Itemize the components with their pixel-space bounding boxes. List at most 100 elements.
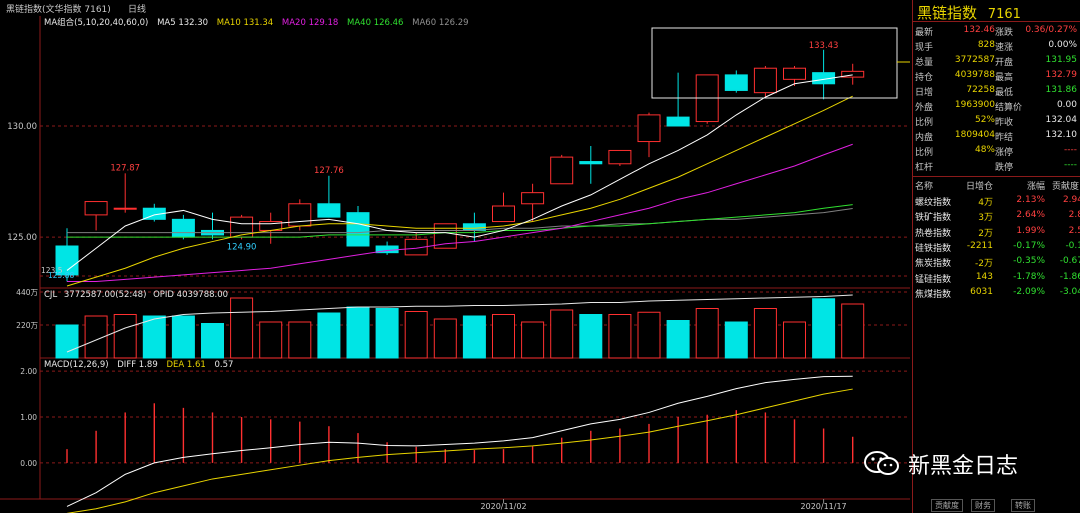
list-item-increase: -2211 [966,240,993,251]
volume-bar[interactable] [55,324,79,359]
volume-bar[interactable] [142,315,166,359]
volume-bar[interactable] [753,308,777,359]
volume-bar[interactable] [259,321,283,359]
list-item[interactable]: 焦煤指数 6031 -2.09% -3.04 [913,286,1080,301]
list-item-contribution: -0.67 [1059,256,1080,267]
list-item-change: 2.13% [1016,195,1045,205]
volume-bar[interactable] [812,298,836,359]
macd-label[interactable]: MACD(12,26,9) [44,360,109,370]
list-item-change: -2.09% [1013,286,1045,297]
quote-value: ---- [1064,160,1077,170]
instrument-title[interactable]: 黑链指数(文华指数 7161) [6,2,111,15]
quote-value: 131.86 [1045,85,1078,95]
list-item[interactable]: 铁矿指数 3万 2.64% 2.8 [913,209,1080,224]
quote-label: 开盘 [995,58,1014,68]
candle-body[interactable] [783,67,806,80]
volume-bar[interactable] [521,321,545,359]
quote-label: 外盘 [915,103,934,113]
list-item[interactable]: 螺纹指数 4万 2.13% 2.94 [913,194,1080,209]
quote-label: 跌停 [995,163,1014,173]
list-item-name: 焦煤指数 [915,289,952,300]
list-item[interactable]: 硅铁指数 -2211 -0.17% -0.1 [913,240,1080,255]
volume-bar[interactable] [230,297,254,359]
candle-body[interactable] [113,207,137,210]
list-item-name: 热卷指数 [915,228,952,239]
volume-bar[interactable] [550,309,574,359]
volume-bar[interactable] [841,303,865,359]
quote-row: 内盘 1809404 昨结 132.10 [913,129,1080,144]
period-selector[interactable]: 日线 [128,2,146,15]
candle-body[interactable] [521,192,545,205]
quote-row: 最新 132.46 涨跌 0.36/0.27% [913,24,1080,39]
top-bar: 黑链指数(文华指数 7161) 日线 [0,0,910,16]
dea-line [66,388,853,513]
ma-group-label[interactable]: MA组合(5,10,20,40,60,0) [44,18,148,28]
quote-value: 828 [977,40,995,50]
quote-label: 杠杆 [915,163,934,173]
candle-body[interactable] [666,116,690,127]
list-header-cell[interactable]: 涨幅 [1027,179,1045,192]
panel-tab[interactable]: 财务 [971,499,995,512]
ma20-line [67,143,853,283]
volume-bar[interactable] [346,306,370,359]
candle-body[interactable] [317,203,341,218]
volume-bar[interactable] [462,315,486,359]
quote-value: 1809404 [954,130,995,140]
volume-bar[interactable] [201,323,224,359]
candle-body[interactable] [637,114,661,143]
volume-bar[interactable] [171,315,195,359]
volume-bar[interactable] [433,318,457,359]
price-annotation-high: 133.43 [809,41,839,51]
volume-bar[interactable] [637,311,661,359]
volume-bar[interactable] [695,308,719,359]
candle-body[interactable] [579,161,603,165]
list-header-cell[interactable]: 贡献度 [1052,179,1079,192]
volume-bar[interactable] [113,314,137,359]
chart-area[interactable]: 130.00 125.00 127.87 127.76 124.90 133.43 123.… [0,16,912,513]
volume-bar[interactable] [608,314,632,359]
list-item-name: 铁矿指数 [915,213,952,224]
diff-value: DIFF 1.89 [117,360,158,370]
quote-row: 杠杆 跌停 ---- [913,159,1080,174]
candle-body[interactable] [171,218,195,238]
list-item[interactable]: 锰硅指数 143 -1.78% -1.86 [913,271,1080,286]
volume-label[interactable]: CJL [44,290,57,300]
quote-label: 昨结 [995,133,1014,143]
list-item[interactable]: 焦炭指数 -2万 -0.35% -0.67 [913,255,1080,270]
list-header-cell[interactable]: 日增仓 [966,179,993,192]
component-list-header: 名称 日增仓 涨幅 贡献度 [913,178,1080,193]
volume-bar[interactable] [288,321,312,359]
volume-bar[interactable] [666,320,690,359]
panel-tab[interactable]: 转账 [1011,499,1035,512]
list-header-cell[interactable]: 名称 [915,179,933,192]
volume-bar[interactable] [724,321,748,359]
quote-label: 比例 [915,148,934,158]
volume-bar[interactable] [783,321,806,359]
quote-label: 昨收 [995,118,1014,128]
candle-body[interactable] [346,212,370,247]
price-annotation-low: 124.90 [227,242,257,252]
quote-label: 最高 [995,73,1014,83]
volume-bar[interactable] [404,311,428,359]
candle-body[interactable] [492,205,515,223]
candle-body[interactable] [753,67,777,94]
kline-chart[interactable]: 130.00125.00127.87 127.76124.90133.43123.… [0,16,912,513]
candle-body[interactable] [550,156,574,185]
volume-bar[interactable] [579,314,603,359]
list-item-name: 螺纹指数 [915,198,952,208]
volume-bar[interactable] [317,312,341,359]
volume-bar[interactable] [492,314,515,359]
price-annotation-high: 127.76 [314,166,344,176]
list-item-contribution: 2.5 [1068,225,1080,236]
volume-bar[interactable] [375,308,399,359]
list-item[interactable]: 热卷指数 2万 1.99% 2.5 [913,225,1080,240]
volume-legend: CJL 3772587.00(52:48) OPID 4039788.00 [44,290,228,300]
candle-body[interactable] [288,203,312,227]
ma5-line [66,74,853,271]
candle-body[interactable] [608,149,632,165]
candle-body[interactable] [724,74,748,91]
list-item-name: 焦炭指数 [915,259,952,270]
panel-tab[interactable]: 贡献度 [931,499,963,512]
dea-value: DEA 1.61 [166,360,206,370]
candle-body[interactable] [84,201,108,216]
